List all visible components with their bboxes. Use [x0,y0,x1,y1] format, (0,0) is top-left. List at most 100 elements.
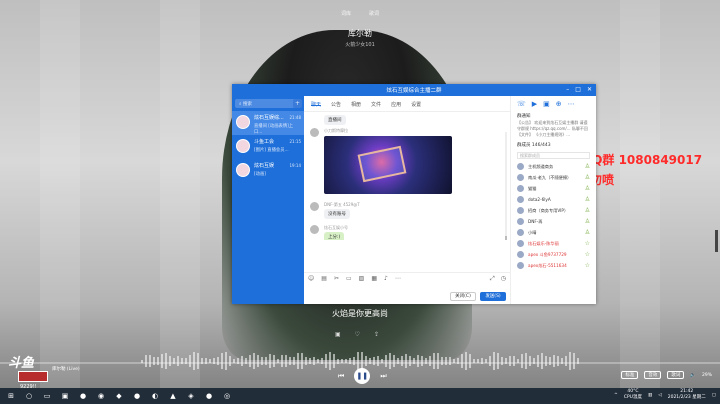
folder-icon[interactable]: ▭ [346,275,352,282]
avatar [517,196,524,203]
search-input[interactable]: ⌕ 搜索 + [235,99,302,108]
next-icon[interactable]: ⏭ [380,372,386,381]
tab-lyrics[interactable]: 歌词 [369,10,379,17]
lyrics-button[interactable]: 歌词 [667,371,685,379]
app-icon[interactable]: ● [130,389,144,403]
start-icon[interactable]: ⊞ [4,389,18,403]
volume-icon[interactable]: 🔈 [690,373,696,378]
app-icon[interactable]: ● [76,389,90,403]
waveform-bar [505,358,507,364]
qq-titlebar[interactable]: 炫石互娱综合主播二群 – □ ✕ [232,84,596,96]
app-icon[interactable]: ◉ [94,389,108,403]
app-icon[interactable]: ▲ [166,389,180,403]
waveform-bar [565,355,567,367]
member-name: 猫猫 [528,186,537,191]
explorer-icon[interactable]: ▣ [58,389,72,403]
message-image[interactable] [324,136,452,194]
menu-icon[interactable]: ⋯ [568,100,575,108]
chat-scrollbar[interactable] [505,132,507,240]
waveform-bar [305,356,307,366]
notification-icon[interactable]: ▢ [712,393,716,398]
member-search-input[interactable]: 搜索群成员 [517,152,590,159]
waveform-bar [225,352,227,370]
network-icon[interactable]: ▥ [648,393,652,398]
member-item[interactable]: 炫石娱乐-陈华丽 ☆ [511,238,596,249]
app-icon[interactable]: ◐ [148,389,162,403]
gif-icon[interactable]: ▤ [321,275,327,282]
member-item[interactable]: 主机频道商务 ♙ [511,161,596,172]
app-icon[interactable]: ◎ [220,389,234,403]
member-item[interactable]: 南瓜·老九（不随便撩） ♙ [511,172,596,183]
conversation-item[interactable]: 炫石互娱 [动画] 19:14 [232,159,304,183]
search-icon[interactable]: ○ [22,389,36,403]
quality-button[interactable]: 标准 [621,371,639,379]
waveform-bar [421,355,423,367]
prev-icon[interactable]: ⏮ [338,372,344,381]
message-input[interactable] [308,286,498,290]
member-item[interactable]: 小晴 ♙ [511,227,596,238]
volume-level: 29% [701,372,712,378]
comment-icon[interactable]: ▣ [335,331,341,338]
send-button[interactable]: 发送(S) [480,292,506,301]
voice-icon[interactable]: ♪ [384,275,388,282]
waveform-bar [481,358,483,364]
member-item[interactable]: 招商（商务专用VIP） ♙ [511,205,596,216]
screenshot-icon[interactable]: ✂ [334,275,339,282]
tab-announcement[interactable]: 公告 [331,101,341,108]
member-item[interactable]: apex 斗鱼9737729 ☆ [511,249,596,260]
tab-lyrics-library[interactable]: 词库 [341,10,351,17]
waveform-bar [273,355,275,367]
app-icon[interactable]: ● [202,389,216,403]
app-icon[interactable]: ◈ [184,389,198,403]
effects-button[interactable]: 音效 [644,371,662,379]
app-icon[interactable]: ◆ [112,389,126,403]
close-button[interactable]: 关闭(C) [450,292,476,301]
doc-icon[interactable]: ▦ [371,275,377,282]
member-name: 主机频道商务 [528,164,554,169]
member-item[interactable]: 猫猫 ♙ [511,183,596,194]
tray-arrow-icon[interactable]: ^ [614,393,618,398]
tab-settings[interactable]: 设置 [411,101,421,108]
phone-icon[interactable]: ☏ [517,100,526,108]
conversation-item[interactable]: 炫石互娱综... 直播间 [动画表情]上口... 21:48 [232,111,304,135]
like-icon[interactable]: ♡ [355,331,360,338]
waveform-bar [157,357,159,365]
bg-stripe [620,0,660,404]
conversation-preview: [图片] 直播会员... [254,148,289,153]
emoji-icon[interactable]: ☺ [308,275,314,282]
tab-apps[interactable]: 应用 [391,101,401,108]
waveform-bar [313,356,315,366]
add-icon[interactable]: + [293,99,302,108]
member-item[interactable]: dota2-6lyA ♙ [511,194,596,205]
waveform-bar [269,354,271,368]
waveform-bar [277,358,279,364]
clock[interactable]: 21:42 2021/2/23 星期二 [668,389,706,401]
member-status-icon: ♙ [584,174,590,181]
side-scroll-handle[interactable] [715,230,718,252]
add-member-icon[interactable]: ⊕ [556,100,562,108]
maximize-icon[interactable]: □ [575,86,581,93]
image-icon[interactable]: ▨ [359,275,365,282]
close-icon[interactable]: ✕ [587,86,592,93]
share-icon[interactable]: ⇪ [374,331,379,338]
taskview-icon[interactable]: ▭ [40,389,54,403]
conversation-item[interactable]: 斗鱼工会 [图片] 直播会员... 21:15 [232,135,304,159]
song-title: 库尔勒 [348,29,372,38]
share-screen-icon[interactable]: ▣ [543,100,550,108]
more-icon[interactable]: ⋯ [395,275,401,282]
tab-album[interactable]: 相册 [351,101,361,108]
member-item[interactable]: apex炫石-5511634 ☆ [511,260,596,271]
member-item[interactable]: DNF-再 ♙ [511,216,596,227]
minimize-icon[interactable]: – [566,86,569,93]
expand-icon[interactable]: ⤢ [490,275,495,282]
volume-icon[interactable]: ◁ [658,393,661,398]
message-list[interactable]: 直播间 小刀斯特摩拉 DNF-第五 4529@T 没有账号 炫石互娱小号 上分:… [304,112,510,240]
waveform-bar [469,354,471,368]
album-thumbnail[interactable] [18,371,48,382]
tab-chat[interactable]: 聊天 [311,101,322,108]
tab-files[interactable]: 文件 [371,101,381,108]
waveform-bar [145,354,147,368]
video-icon[interactable]: ▶ [532,100,537,108]
pause-button[interactable]: ❚❚ [354,368,371,384]
history-icon[interactable]: ◷ [501,275,506,282]
